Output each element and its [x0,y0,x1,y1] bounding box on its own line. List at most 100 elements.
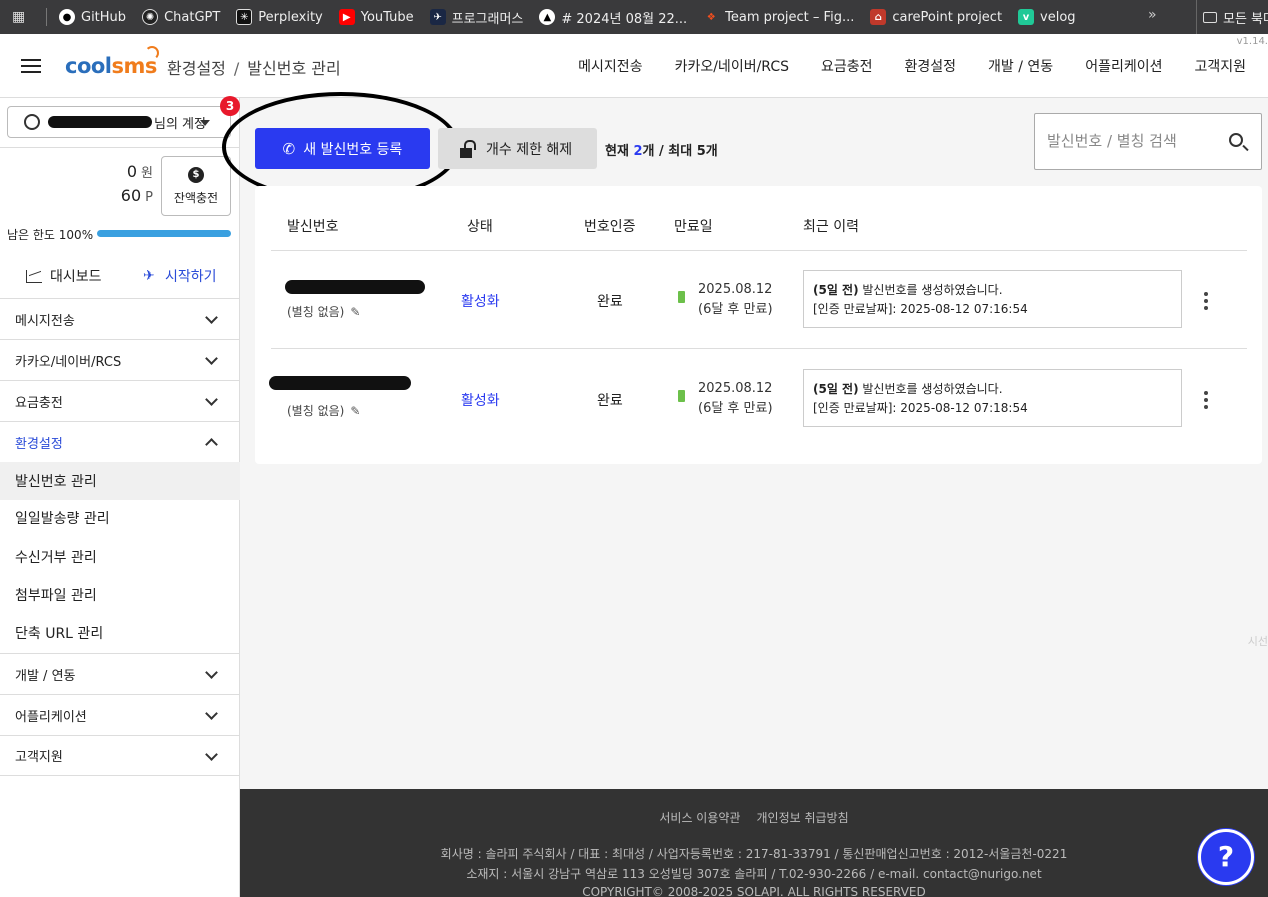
battery-icon [678,291,685,303]
column-header-expiry: 만료일 [674,219,713,235]
table-header-divider [271,250,1247,251]
sidebar-menu-message-send[interactable]: 메시지전송 [0,298,240,339]
programmers-icon: ✈ [429,9,446,25]
sidebar-menu-settings[interactable]: 환경설정 [0,421,240,462]
apps-grid-icon[interactable]: ▦ [12,9,38,25]
version-label: v1.14. [1236,36,1268,47]
sidebar-item-unsubscribe[interactable]: 수신거부 관리 [0,538,240,576]
sidebar-menu-dev-integration[interactable]: 개발 / 연동 [0,653,240,694]
nav-applications[interactable]: 어플리케이션 [1085,56,1162,76]
sidebar-item-sender-number[interactable]: 발신번호 관리 [0,462,240,500]
breadcrumb-item[interactable]: 환경설정 [167,59,226,78]
nav-charge[interactable]: 요금충전 [821,56,873,76]
account-selector[interactable]: 님의 계정 [7,106,231,138]
bookmark-notion-page[interactable]: ▲ # 2024년 08월 22... [539,8,687,27]
company-info: 회사명 : 솔라피 주식회사 / 대표 : 최대성 / 사업자등록번호 : 21… [440,847,1068,861]
expiry-date: 2025.08.12 (6달 후 만료) [698,381,773,416]
bookmark-figma[interactable]: ❖ Team project – Fig... [703,9,854,25]
triangle-icon: ▲ [539,9,556,25]
bookmark-youtube[interactable]: ▶ YouTube [338,9,414,25]
battery-icon [678,390,685,402]
site-footer: 서비스 이용약관 개인정보 취급방침 회사명 : 솔라피 주식회사 / 대표 : … [240,789,1268,897]
bookmarks-divider [46,8,47,26]
chevron-down-icon [205,393,218,406]
get-started-link[interactable]: ✈ 시작하기 [143,266,217,286]
bookmark-github[interactable]: ● GitHub [59,9,126,25]
balance-won: 0원 [126,162,153,181]
nav-message-send[interactable]: 메시지전송 [578,56,642,76]
bookmark-perplexity[interactable]: ✳ Perplexity [236,9,323,25]
velog-icon: v [1018,9,1035,25]
verification-status: 완료 [597,294,623,310]
notification-badge[interactable]: 3 [220,96,240,116]
search-input[interactable] [1047,132,1217,150]
terms-link[interactable]: 서비스 이용약관 [659,811,740,825]
remove-count-limit-button[interactable]: 개수 제한 해제 [438,128,597,169]
top-navigation: 메시지전송 카카오/네이버/RCS 요금충전 환경설정 개발 / 연동 어플리케… [546,56,1246,76]
bookmark-chatgpt[interactable]: ✺ ChatGPT [142,9,220,25]
remaining-limit-label: 남은 한도 100% [7,228,94,242]
more-options-icon[interactable] [1204,391,1208,412]
caret-down-icon [200,120,210,126]
status-active[interactable]: 활성화 [461,390,500,410]
search-icon[interactable] [1229,133,1243,147]
coin-icon: $ [188,167,204,183]
breadcrumb-current: 발신번호 관리 [247,59,341,78]
redacted-phone-number [285,280,425,294]
column-header-number: 발신번호 [287,219,339,235]
sidebar-menu-support[interactable]: 고객지원 [0,735,240,776]
column-header-verification: 번호인증 [584,219,636,235]
verification-status: 완료 [597,393,623,409]
bookmark-velog[interactable]: v velog [1018,9,1076,25]
site-header: coolsms 환경설정 / 발신번호 관리 메시지전송 카카오/네이버/RCS 요… [0,34,1268,98]
carepoint-icon: ⌂ [870,9,887,25]
nav-settings[interactable]: 환경설정 [905,56,957,76]
question-icon: ? [1217,840,1235,873]
bookmark-carepoint[interactable]: ⌂ carePoint project [870,9,1002,25]
user-icon [24,114,40,130]
coolsms-logo[interactable]: coolsms [65,46,159,78]
sidebar-item-short-url[interactable]: 단축 URL 관리 [0,614,240,652]
sender-number-table: 발신번호 상태 번호인증 만료일 최근 이력 (별칭 없음) ✎ 활성화 완료 2… [255,186,1262,464]
hamburger-menu-icon[interactable] [21,59,41,73]
edit-pencil-icon[interactable]: ✎ [350,404,360,418]
all-bookmarks-folder[interactable]: 모든 북마크 [1196,0,1268,34]
remaining-limit-bar [97,230,231,237]
folder-icon [1203,11,1217,23]
sidebar-menu-applications[interactable]: 어플리케이션 [0,694,240,735]
expiry-date: 2025.08.12 (6달 후 만료) [698,282,773,317]
recent-history: (5일 전) 발신번호를 생성하였습니다. [인증 만료날짜]: 2025-08-… [803,369,1182,427]
alias-label: (별칭 없음) ✎ [287,304,361,320]
copyright: COPYRIGHT© 2008-2025 SOLAPI. ALL RIGHTS … [582,885,926,897]
column-header-history: 최근 이력 [803,219,859,235]
perplexity-icon: ✳ [236,9,253,25]
remaining-limit-fill [97,230,231,237]
chart-icon [26,269,42,283]
dashboard-link[interactable]: 대시보드 [26,266,102,286]
status-active[interactable]: 활성화 [461,291,500,311]
sidebar-item-daily-volume[interactable]: 일일발송량 관리 [0,499,240,537]
redacted-phone-number [269,376,411,390]
privacy-link[interactable]: 개인정보 취급방침 [756,811,848,825]
main-content: ✆ 새 발신번호 등록 개수 제한 해제 현재 2개 / 최대 5개 발신번호 … [222,92,1268,789]
sender-number-count: 현재 2개 / 최대 5개 [605,144,718,159]
chevron-down-icon [205,352,218,365]
help-chat-button[interactable]: ? [1198,829,1254,885]
edit-pencil-icon[interactable]: ✎ [350,305,360,319]
sidebar: 님의 계정 3 0원 60 P $ 잔액충전 남은 한도 100% 대시보드 ✈ 시… [0,96,240,897]
sidebar-divider [0,147,240,148]
bookmarks-more-icon[interactable]: » [1148,7,1157,23]
chevron-down-icon [205,707,218,720]
nav-kakao-naver-rcs[interactable]: 카카오/네이버/RCS [675,56,789,76]
nav-dev-integration[interactable]: 개발 / 연동 [988,56,1053,76]
sender-number-search[interactable] [1034,113,1262,170]
youtube-icon: ▶ [338,9,355,25]
sidebar-menu-kakao-naver-rcs[interactable]: 카카오/네이버/RCS [0,339,240,380]
sidebar-item-attachments[interactable]: 첨부파일 관리 [0,576,240,614]
bookmark-programmers[interactable]: ✈ 프로그래머스 [429,8,523,27]
balance-charge-button[interactable]: $ 잔액충전 [161,156,231,216]
sidebar-menu-charge[interactable]: 요금충전 [0,380,240,421]
nav-support[interactable]: 고객지원 [1194,56,1246,76]
more-options-icon[interactable] [1204,292,1208,313]
redacted-account-name [48,116,152,128]
